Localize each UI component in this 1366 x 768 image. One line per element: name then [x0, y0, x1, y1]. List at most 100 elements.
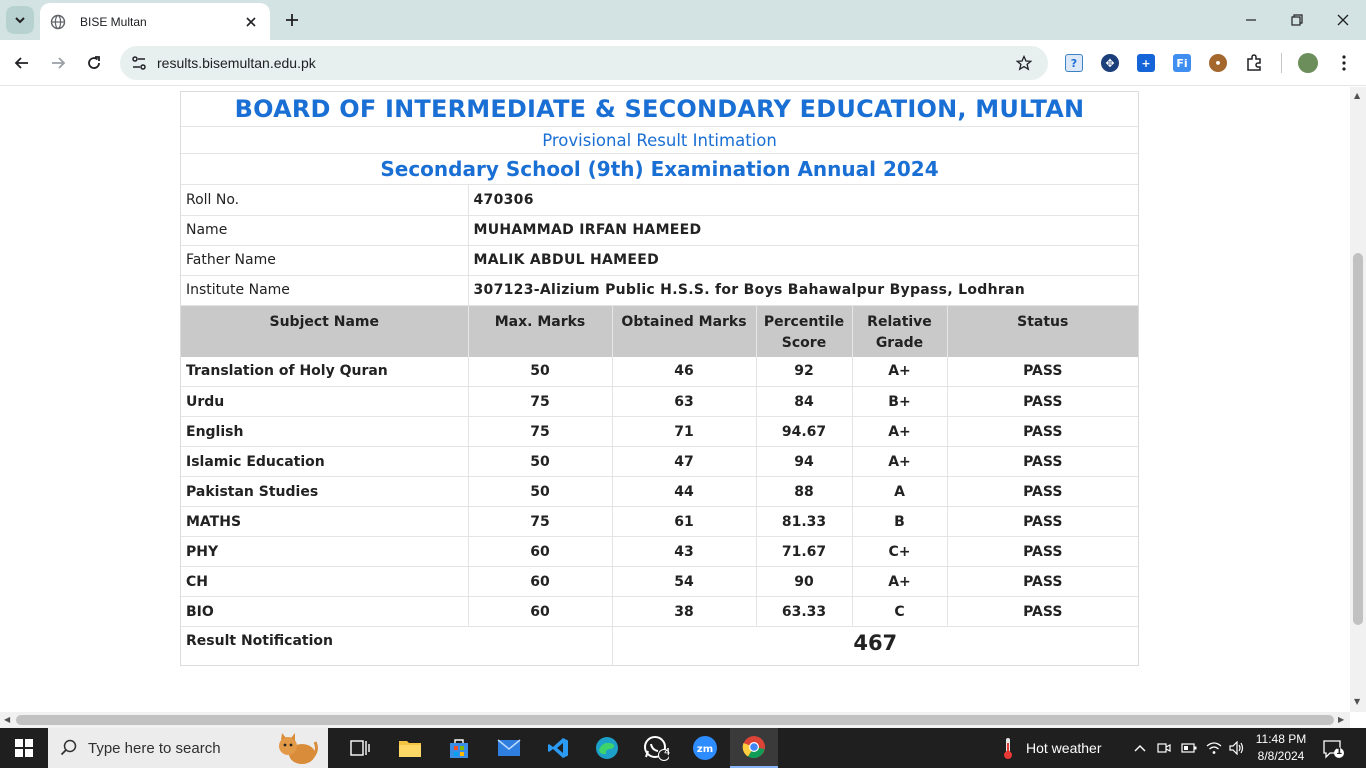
chevron-down-icon: [15, 17, 25, 24]
percentile-score: 81.33: [756, 506, 853, 537]
col-percentile: Percentile Score: [756, 305, 853, 357]
chrome-button[interactable]: [730, 728, 778, 768]
col-percentile-line2: Score: [781, 334, 827, 351]
status: PASS: [947, 446, 1138, 477]
col-grade-line2: Grade: [875, 334, 924, 351]
store-button[interactable]: [435, 728, 483, 768]
subject-row: English 75 71 94.67 A+ PASS: [181, 416, 1138, 447]
percentile-score: 90: [756, 566, 853, 597]
status: PASS: [947, 506, 1138, 537]
meet-now-icon[interactable]: [1155, 739, 1173, 757]
info-row-father: Father Name MALIK ABDUL HAMEED: [181, 245, 1138, 276]
subject-name: PHY: [181, 536, 469, 567]
toolbar-divider: [1281, 53, 1282, 73]
extension-globe-icon[interactable]: ✥: [1101, 54, 1119, 72]
extensions-puzzle-icon[interactable]: [1245, 54, 1263, 72]
scroll-up-icon[interactable]: ▲: [1354, 91, 1360, 100]
profile-avatar[interactable]: [1298, 53, 1318, 73]
subject-row: BIO 60 38 63.33 C PASS: [181, 596, 1138, 627]
relative-grade: A: [852, 476, 948, 507]
new-tab-button[interactable]: [282, 10, 302, 30]
system-clock[interactable]: 11:48 PM 8/8/2024: [1250, 731, 1312, 765]
file-explorer-button[interactable]: [386, 728, 434, 768]
father-name: MALIK ABDUL HAMEED: [468, 245, 1138, 276]
whatsapp-button[interactable]: 4: [632, 728, 680, 768]
taskbar-search[interactable]: Type here to search: [48, 728, 328, 768]
bookmark-button[interactable]: [1014, 53, 1034, 73]
relative-grade: A+: [852, 446, 948, 477]
obtained-marks: 61: [612, 506, 757, 537]
horizontal-scroll-thumb[interactable]: [16, 715, 1334, 725]
tune-icon: [132, 56, 146, 70]
subject-name: English: [181, 416, 469, 447]
task-view-button[interactable]: [336, 728, 384, 768]
reload-button[interactable]: [83, 52, 105, 74]
extension-cookie-icon[interactable]: •: [1209, 54, 1227, 72]
obtained-marks: 43: [612, 536, 757, 567]
start-button[interactable]: [0, 728, 48, 768]
star-icon: [1016, 55, 1032, 71]
browser-tab[interactable]: BISE Multan: [40, 3, 270, 40]
zoom-button[interactable]: zm: [681, 728, 729, 768]
scroll-down-icon[interactable]: ▼: [1354, 697, 1360, 706]
notification-count: 1: [1336, 747, 1343, 757]
info-row-institute: Institute Name 307123-Alizium Public H.S…: [181, 275, 1138, 306]
page-viewport: BOARD OF INTERMEDIATE & SECONDARY EDUCAT…: [0, 87, 1350, 712]
relative-grade: B: [852, 506, 948, 537]
url-text[interactable]: results.bisemultan.edu.pk: [157, 55, 316, 71]
result-label: Result Notification: [181, 626, 613, 665]
close-tab-icon[interactable]: [242, 13, 260, 31]
volume-icon[interactable]: [1228, 739, 1246, 757]
minimize-icon: [1246, 19, 1256, 21]
extension-fi-icon[interactable]: Fi: [1173, 54, 1191, 72]
site-info-button[interactable]: [128, 52, 150, 74]
tab-search-button[interactable]: [6, 6, 34, 34]
horizontal-scrollbar[interactable]: ◀ ▶: [0, 712, 1350, 728]
info-label: Name: [181, 215, 469, 246]
percentile-score: 94.67: [756, 416, 853, 447]
vertical-scrollbar[interactable]: ▲ ▼: [1350, 87, 1366, 712]
subject-name: Islamic Education: [181, 446, 469, 477]
back-button[interactable]: [11, 52, 33, 74]
scroll-left-icon[interactable]: ◀: [4, 715, 10, 724]
max-marks: 75: [468, 416, 613, 447]
info-row-name: Name MUHAMMAD IRFAN HAMEED: [181, 215, 1138, 246]
battery-icon[interactable]: [1180, 739, 1198, 757]
vertical-scroll-thumb[interactable]: [1353, 253, 1363, 625]
minimize-button[interactable]: [1240, 9, 1262, 31]
obtained-marks: 44: [612, 476, 757, 507]
weather-widget[interactable]: Hot weather: [1000, 728, 1101, 768]
folder-icon: [399, 741, 421, 757]
relative-grade: A+: [852, 356, 948, 387]
marks-table: Subject Name Max. Marks Obtained Marks P…: [181, 305, 1138, 665]
edge-button[interactable]: [583, 728, 631, 768]
status: PASS: [947, 356, 1138, 387]
notification-center-button[interactable]: 1: [1322, 738, 1344, 760]
more-menu-icon[interactable]: [1335, 54, 1353, 72]
mail-button[interactable]: [485, 728, 533, 768]
close-window-button[interactable]: [1332, 9, 1354, 31]
col-grade: Relative Grade: [852, 305, 948, 357]
relative-grade: C: [852, 596, 948, 627]
restore-button[interactable]: [1286, 9, 1308, 31]
address-bar[interactable]: results.bisemultan.edu.pk: [120, 46, 1048, 80]
col-grade-line1: Relative: [867, 313, 932, 330]
mail-icon: [497, 739, 521, 756]
extension-translate-icon[interactable]: ?: [1065, 54, 1083, 72]
extension-plus-icon[interactable]: +: [1137, 54, 1155, 72]
relative-grade: A+: [852, 416, 948, 447]
percentile-score: 71.67: [756, 536, 853, 567]
show-hidden-icons-button[interactable]: [1131, 739, 1149, 757]
subject-row: Pakistan Studies 50 44 88 A PASS: [181, 476, 1138, 507]
forward-button[interactable]: [47, 52, 69, 74]
scroll-right-icon[interactable]: ▶: [1338, 715, 1344, 724]
tab-title: BISE Multan: [80, 14, 147, 29]
wifi-icon[interactable]: [1205, 739, 1223, 757]
vscode-button[interactable]: [534, 728, 582, 768]
info-label: Father Name: [181, 245, 469, 276]
windows-logo-icon: [15, 739, 33, 757]
status: PASS: [947, 386, 1138, 417]
percentile-score: 88: [756, 476, 853, 507]
arrow-left-icon: [14, 57, 28, 69]
store-icon: [450, 739, 468, 758]
